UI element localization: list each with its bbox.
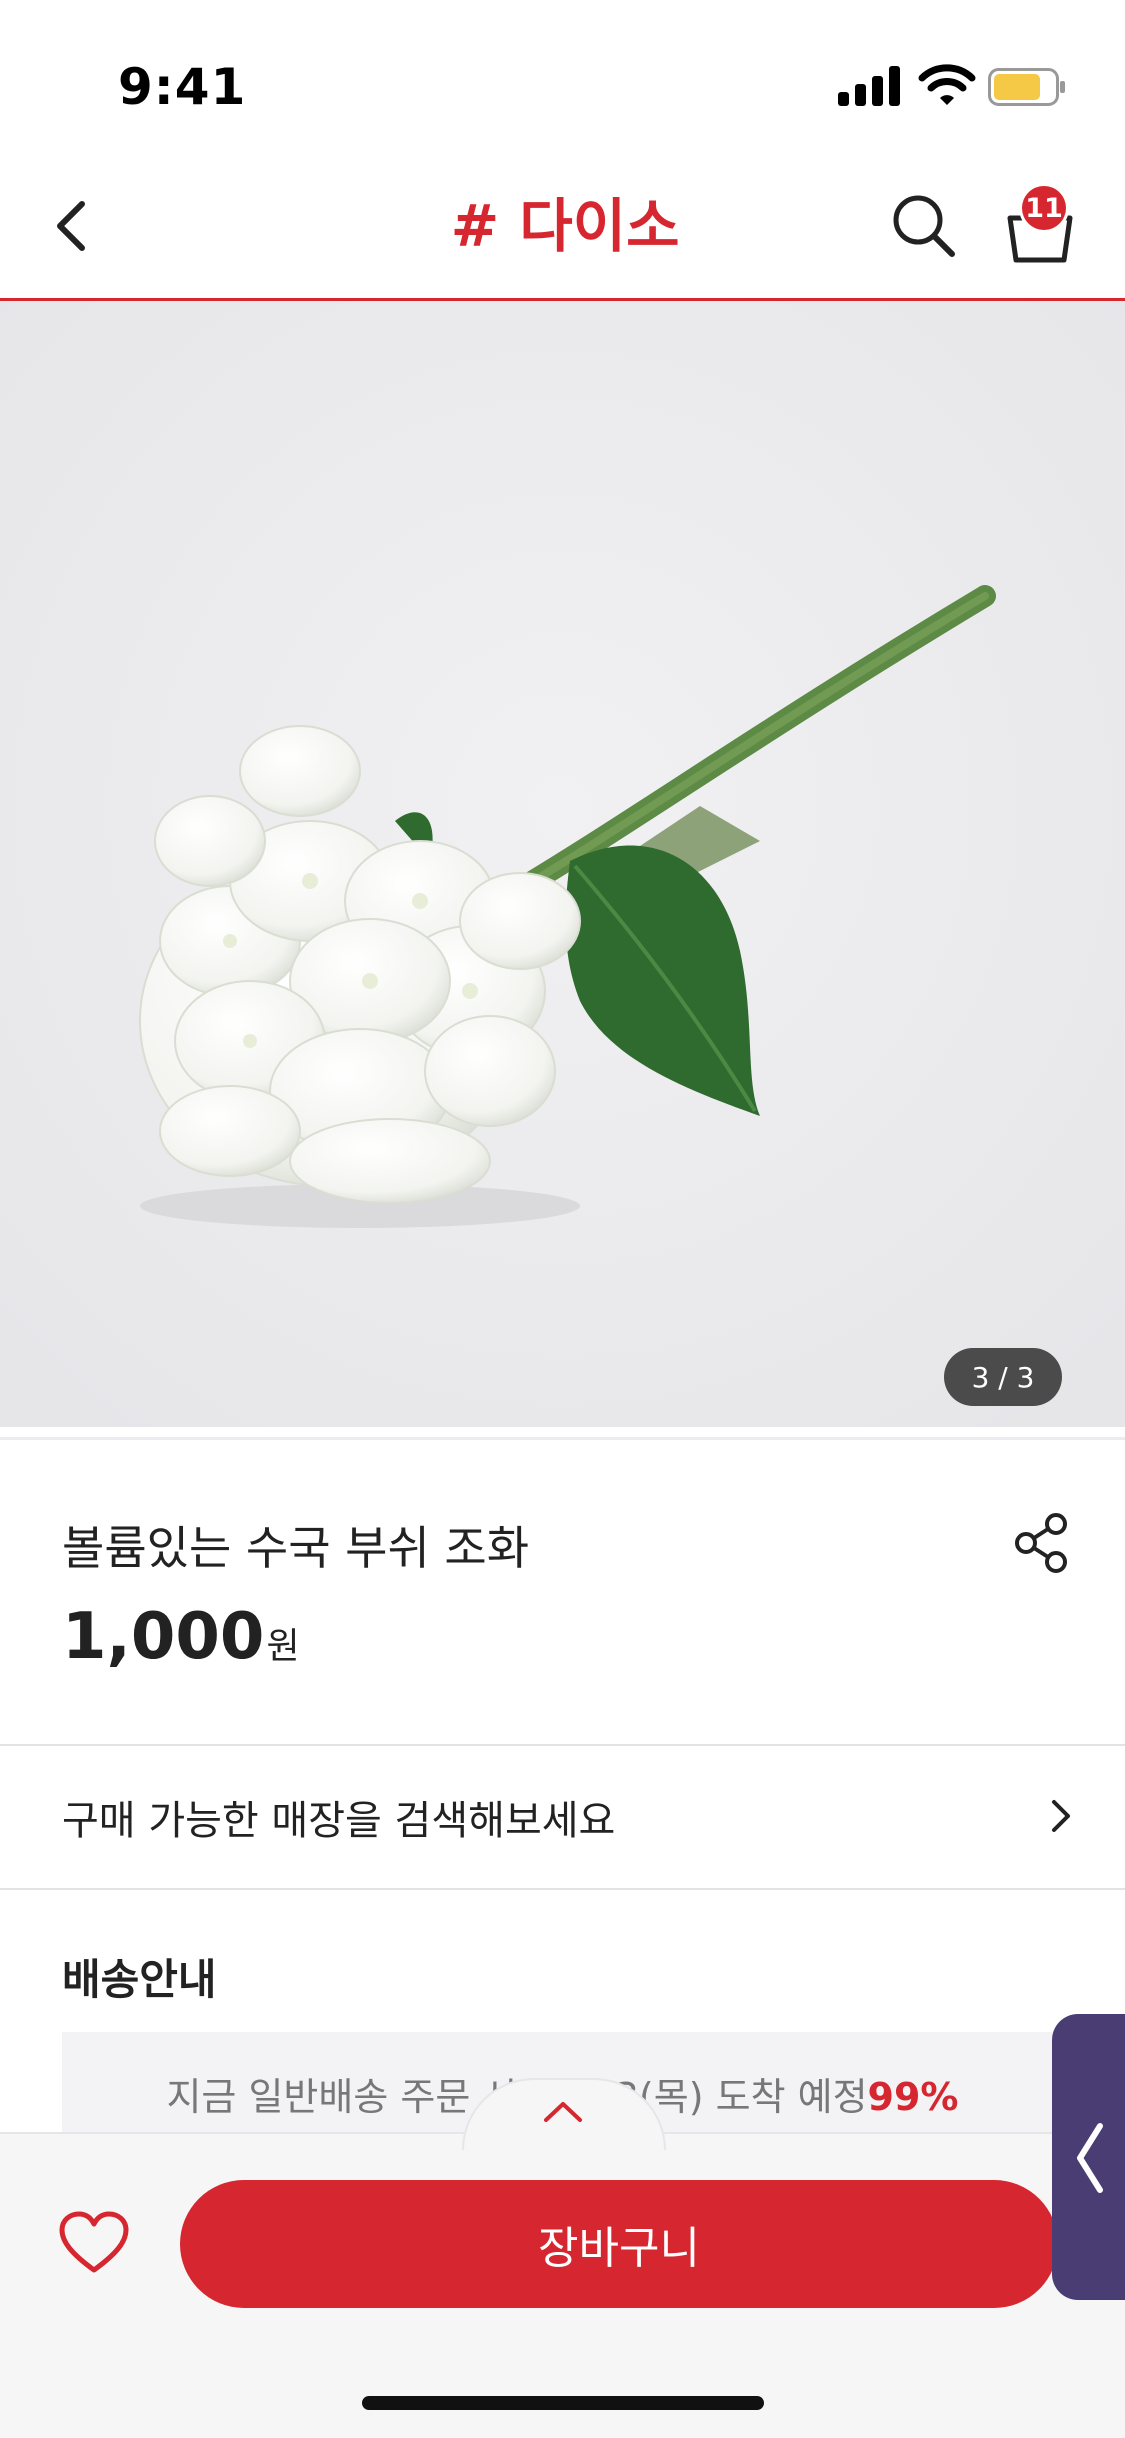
product-price: 1,000원: [62, 1600, 300, 1674]
section-divider: [0, 1888, 1125, 1890]
search-icon[interactable]: [888, 190, 960, 262]
store-search-label: 구매 가능한 매장을 검색해보세요: [62, 1798, 616, 1844]
heart-icon[interactable]: [58, 2210, 130, 2276]
status-time: 9:41: [118, 58, 247, 116]
product-title: 볼륨있는 수국 부쉬 조화: [62, 1521, 530, 1575]
product-image[interactable]: [0, 301, 1125, 1427]
share-icon[interactable]: [1010, 1510, 1076, 1576]
delivery-percent: 99%: [867, 2075, 959, 2119]
daiso-logo[interactable]: # 다이소: [420, 190, 710, 262]
cart-count-badge: 11: [1022, 186, 1066, 230]
delivery-title: 배송안내: [62, 1955, 217, 2004]
chevron-up-icon: [544, 2102, 582, 2122]
price-unit: 원: [266, 1626, 300, 1667]
battery-icon: [988, 68, 1065, 106]
image-counter: 3 / 3: [944, 1348, 1062, 1406]
wifi-icon: [918, 64, 976, 105]
add-to-cart-button[interactable]: 장바구니: [180, 2180, 1058, 2308]
chevron-left-icon: [1077, 2123, 1103, 2193]
cellular-signal-icon: [838, 66, 900, 106]
image-divider: [0, 1437, 1125, 1440]
chevron-right-icon: [1052, 1800, 1070, 1832]
home-indicator: [362, 2396, 764, 2410]
hydrangea-photo: [0, 301, 1125, 1427]
price-value: 1,000: [62, 1600, 265, 1674]
logo-text: # 다이소: [451, 192, 680, 260]
back-button[interactable]: [42, 190, 102, 262]
